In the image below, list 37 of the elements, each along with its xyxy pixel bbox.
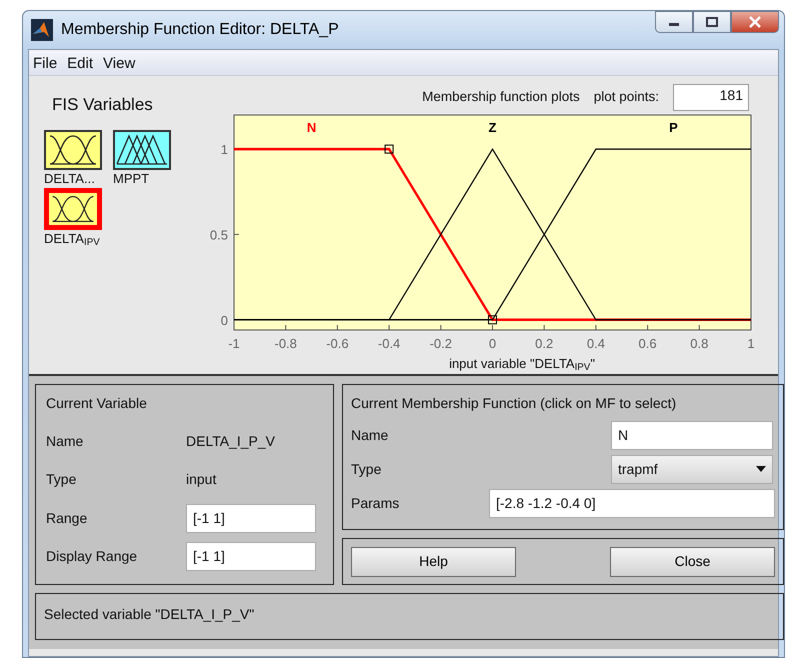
field-label: Range: [46, 508, 88, 528]
plot-points-label: plot points:: [594, 88, 659, 106]
axis-label: input variable "DELTA$_{IPV}$": [448, 355, 596, 374]
section-title: FIS Variables: [52, 94, 154, 116]
mf-label: N: [306, 120, 316, 135]
tick-label: 0.5: [210, 227, 228, 242]
mf-label: Z: [488, 120, 496, 135]
variable-label: DELTA...: [44, 172, 95, 186]
tick-label: -0.4: [378, 336, 400, 351]
tick-label: 0.2: [535, 336, 554, 351]
tick-label: -0.6: [326, 336, 349, 351]
window-title: Membership Function Editor: DELTA_P: [61, 20, 339, 40]
field-label: Display Range: [46, 547, 138, 566]
field-value: DELTA_I_P_V: [186, 432, 275, 451]
field-label: Type: [46, 470, 78, 490]
tick-label: -0.8: [274, 336, 297, 351]
tick-label: 0.4: [586, 336, 605, 351]
mf-label: P: [669, 120, 678, 135]
field-label: Params: [351, 494, 400, 514]
tick-label: 0: [488, 336, 496, 351]
tick-label: -1: [228, 336, 240, 351]
tick-label: 0: [220, 312, 228, 328]
variable-label: DELTA$_{IPV}$: [44, 232, 100, 246]
field-label: Name: [351, 426, 390, 445]
panel-title: Current Membership Function (click on MF to select): [351, 394, 678, 413]
plot-title: Membership function plots: [422, 88, 580, 106]
variable-label: MPPT: [113, 172, 150, 186]
field-label: Name: [46, 432, 84, 451]
status-text: Selected variable "DELTA_I_P_V": [44, 606, 254, 622]
tick-label: 0.8: [690, 336, 708, 351]
panel-title: Current Variable: [46, 394, 148, 413]
tick-label: 1: [747, 336, 755, 351]
field-label: Type: [351, 460, 382, 479]
tick-label: -0.2: [430, 336, 452, 351]
tick-label: 1: [220, 142, 228, 158]
tick-label: 0.6: [638, 336, 657, 351]
field-value: input: [186, 470, 216, 490]
